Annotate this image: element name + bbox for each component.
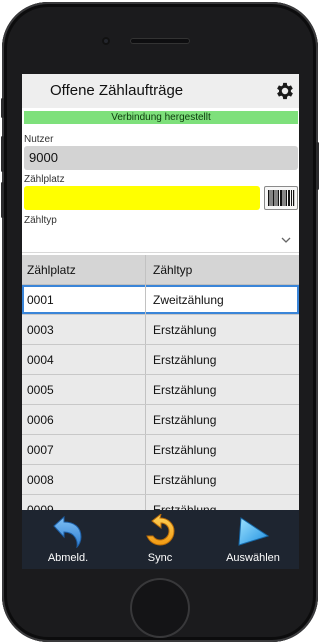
page-title: Offene Zählaufträge	[50, 82, 184, 99]
cell-place: 0006	[27, 413, 54, 427]
app-header: Offene Zählaufträge	[22, 74, 299, 108]
user-field[interactable]: 9000	[24, 146, 298, 170]
place-label: Zählplatz	[24, 174, 65, 185]
type-label: Zähltyp	[24, 215, 57, 226]
cell-place: 0003	[27, 323, 54, 337]
cell-type: Erstzählung	[153, 323, 217, 337]
table-header: Zählplatz Zähltyp	[22, 255, 299, 285]
column-divider	[145, 315, 146, 344]
table-row[interactable]: 0005 Erstzählung	[22, 375, 299, 405]
column-divider	[145, 375, 146, 404]
header-type[interactable]: Zähltyp	[153, 255, 192, 284]
table-row[interactable]: 0001 Zweitzählung	[22, 285, 299, 315]
connection-status-banner: Verbindung hergestellt	[24, 111, 298, 124]
cell-place: 0008	[27, 473, 54, 487]
chevron-down-icon	[281, 237, 291, 243]
cell-place: 0005	[27, 383, 54, 397]
gear-icon[interactable]	[274, 80, 296, 102]
column-divider	[145, 405, 146, 434]
user-label: Nutzer	[24, 134, 54, 145]
table-row[interactable]: 0008 Erstzählung	[22, 465, 299, 495]
cell-type: Erstzählung	[153, 383, 217, 397]
volume-up-button	[1, 136, 4, 172]
cell-type: Erstzählung	[153, 413, 217, 427]
barcode-icon	[268, 190, 295, 206]
play-icon	[238, 517, 270, 546]
cell-type: Erstzählung	[153, 353, 217, 367]
select-label: Auswählen	[226, 552, 280, 564]
table-row[interactable]: 0004 Erstzählung	[22, 345, 299, 375]
earpiece-speaker	[130, 38, 190, 44]
logout-label: Abmeld.	[47, 552, 89, 564]
cell-type: Zweitzählung	[153, 293, 224, 307]
table-row[interactable]: 0006 Erstzählung	[22, 405, 299, 435]
power-button	[316, 142, 319, 190]
back-arrow-icon	[53, 515, 82, 548]
front-camera	[102, 37, 110, 45]
type-select[interactable]	[22, 227, 299, 253]
header-place[interactable]: Zählplatz	[27, 255, 76, 284]
app-screen: Offene Zählaufträge Verbindung hergestel…	[22, 74, 299, 569]
cell-type: Erstzählung	[153, 443, 217, 457]
cell-place: 0004	[27, 353, 54, 367]
bottom-toolbar: Abmeld. Sync Auswählen	[22, 510, 299, 569]
home-button[interactable]	[130, 578, 190, 638]
table-row[interactable]: 0007 Erstzählung	[22, 435, 299, 465]
cell-type: Erstzählung	[153, 473, 217, 487]
scan-barcode-button[interactable]	[264, 186, 298, 210]
orders-table: Zählplatz Zähltyp 0001 Zweitzählung 0003…	[22, 255, 299, 525]
table-row[interactable]: 0003 Erstzählung	[22, 315, 299, 345]
column-divider	[145, 255, 146, 284]
select-button[interactable]: Auswählen	[207, 510, 299, 569]
logout-button[interactable]: Abmeld.	[22, 510, 114, 569]
side-button	[1, 98, 4, 118]
cell-place: 0001	[27, 293, 54, 307]
sync-icon	[146, 514, 175, 546]
sync-button[interactable]: Sync	[114, 510, 206, 569]
cell-place: 0007	[27, 443, 54, 457]
volume-down-button	[1, 182, 4, 218]
column-divider	[145, 465, 146, 494]
column-divider	[145, 345, 146, 374]
column-divider	[145, 285, 146, 314]
place-input[interactable]	[24, 186, 260, 210]
sync-label: Sync	[147, 552, 173, 564]
column-divider	[145, 435, 146, 464]
